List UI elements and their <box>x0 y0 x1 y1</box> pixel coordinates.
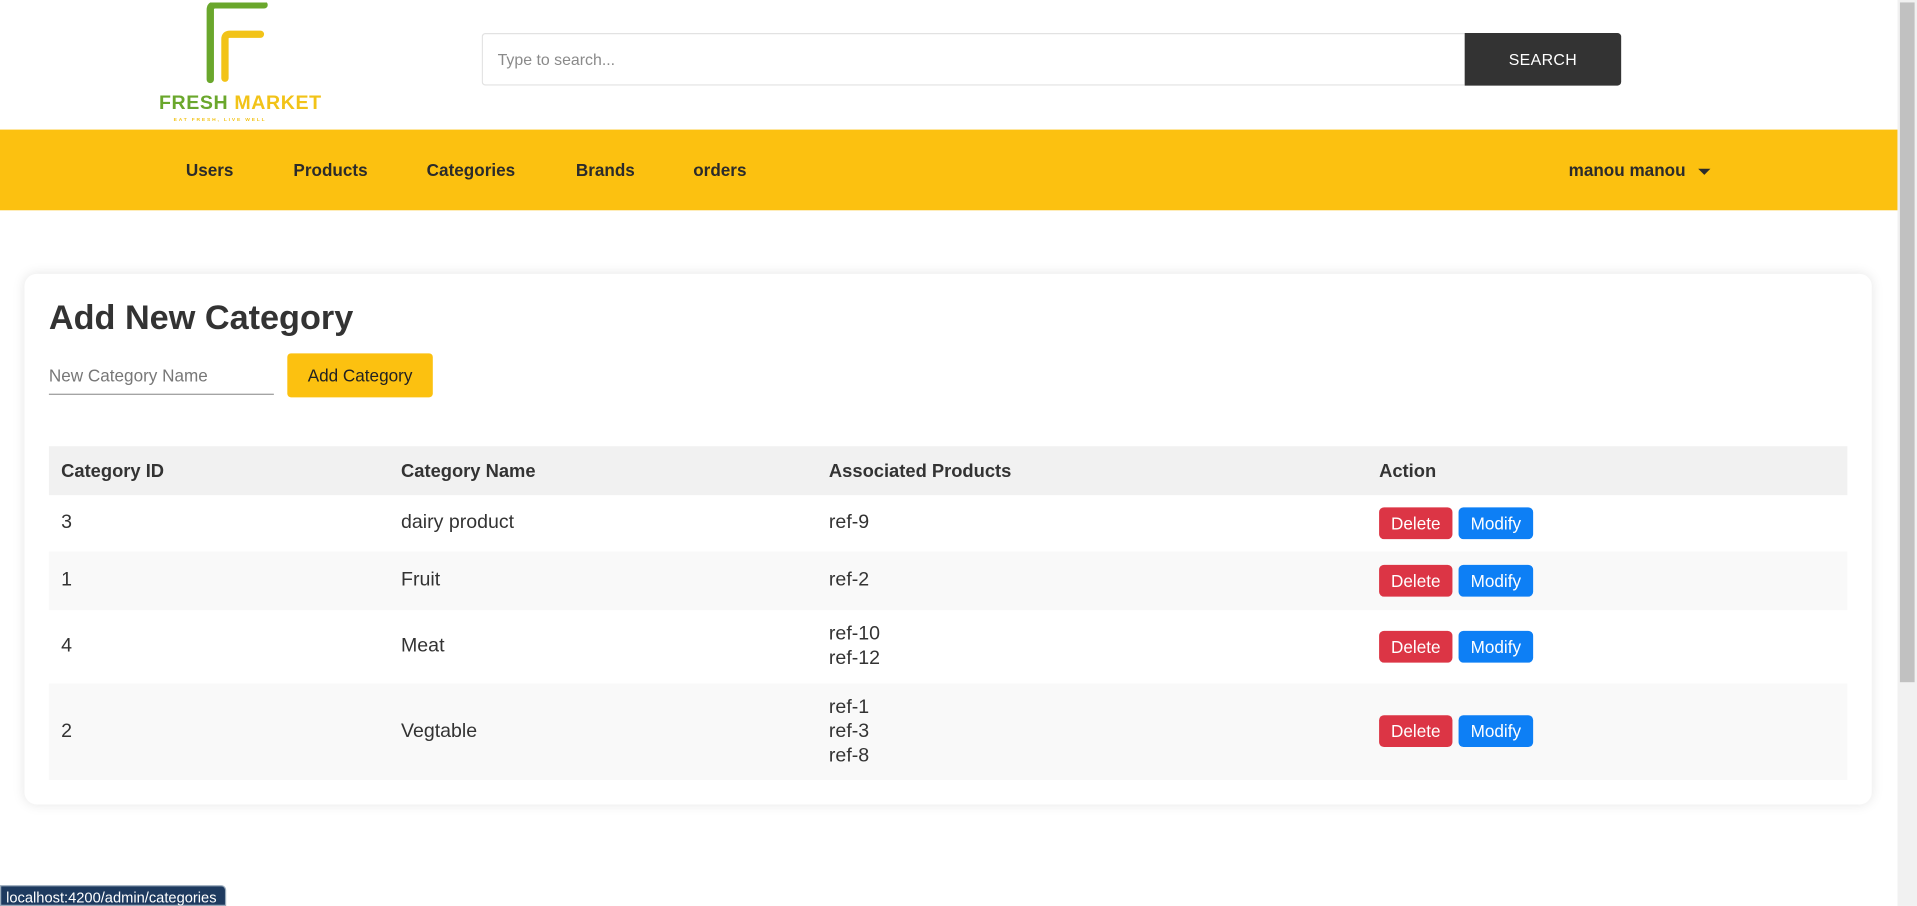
table-row: 4 Meat ref-10 ref-12 Delete Modify <box>49 610 1847 683</box>
cell-category-id: 1 <box>61 569 73 591</box>
categories-table: Category ID Category Name Associated Pro… <box>48 446 1848 781</box>
logo[interactable]: FRESH MARKET EAT FRESH, LIVE WELL <box>156 1 321 124</box>
cell-category-id: 4 <box>61 635 73 657</box>
product-ref: ref-2 <box>828 569 870 591</box>
modify-button[interactable]: Modify <box>1458 715 1534 748</box>
header-category-name: Category Name <box>401 460 536 482</box>
search-button[interactable]: SEARCH <box>1464 33 1622 86</box>
logo-tagline: EAT FRESH, LIVE WELL <box>173 116 267 123</box>
nav-item-orders[interactable]: orders <box>693 160 746 180</box>
cell-category-id: 2 <box>61 721 73 743</box>
cell-category-name: dairy product <box>401 512 515 534</box>
cell-category-name: Vegtable <box>401 721 478 743</box>
table-row: 2 Vegtable ref-1 ref-3 ref-8 Delete Modi… <box>48 683 1848 781</box>
fresh-market-logo-icon <box>206 1 268 84</box>
delete-button[interactable]: Delete <box>1379 564 1453 597</box>
cell-category-name: Meat <box>401 635 445 657</box>
modify-button[interactable]: Modify <box>1458 564 1534 597</box>
product-ref: ref-12 <box>828 647 881 669</box>
page-title: Add New Category <box>48 298 354 337</box>
delete-button[interactable]: Delete <box>1379 715 1453 748</box>
scrollbar-thumb[interactable] <box>1899 2 1915 683</box>
modify-button[interactable]: Modify <box>1458 630 1534 663</box>
vertical-scrollbar[interactable] <box>1897 0 1917 906</box>
header: FRESH MARKET EAT FRESH, LIVE WELL SEARCH <box>0 0 1917 130</box>
product-ref: ref-10 <box>828 623 881 645</box>
nav-item-categories[interactable]: Categories <box>427 160 515 180</box>
nav-item-users[interactable]: Users <box>186 160 234 180</box>
nav-item-brands[interactable]: Brands <box>576 160 635 180</box>
status-url: localhost:4200/admin/categories <box>0 885 227 906</box>
product-ref: ref-9 <box>828 512 870 534</box>
nav-item-products[interactable]: Products <box>293 160 367 180</box>
caret-down-icon <box>1697 168 1711 175</box>
main-nav: Users Products Categories Brands orders … <box>0 129 1898 211</box>
table-row: 1 Fruit ref-2 Delete Modify <box>48 551 1848 611</box>
table-row: 3 dairy product ref-9 Delete Modify <box>49 495 1847 551</box>
search-input[interactable] <box>481 33 1465 86</box>
delete-button[interactable]: Delete <box>1379 507 1453 540</box>
table-header: Category ID Category Name Associated Pro… <box>48 446 1848 496</box>
cell-category-name: Fruit <box>401 569 441 591</box>
product-ref: ref-8 <box>828 745 870 767</box>
user-name: manou manou <box>1568 160 1686 180</box>
header-associated-products: Associated Products <box>828 460 1012 482</box>
cell-category-id: 3 <box>61 512 73 534</box>
add-category-button[interactable]: Add Category <box>287 353 433 398</box>
product-ref: ref-1 <box>828 696 870 718</box>
cell-associated-products: ref-1 ref-3 ref-8 <box>829 696 869 769</box>
user-menu[interactable]: manou manou <box>1568 160 1711 180</box>
category-name-input[interactable] <box>48 356 274 395</box>
logo-text: FRESH MARKET <box>159 93 322 115</box>
cell-associated-products: ref-10 ref-12 <box>829 622 880 671</box>
page: FRESH MARKET EAT FRESH, LIVE WELL SEARCH… <box>0 0 1917 906</box>
logo-word-market: MARKET <box>234 92 322 114</box>
cell-associated-products: ref-2 <box>829 569 869 593</box>
search-bar: SEARCH <box>481 33 1622 86</box>
modify-button[interactable]: Modify <box>1458 507 1534 540</box>
header-category-id: Category ID <box>61 460 165 482</box>
header-action: Action <box>1379 460 1437 482</box>
logo-word-fresh: FRESH <box>158 92 229 114</box>
product-ref: ref-3 <box>828 721 870 743</box>
delete-button[interactable]: Delete <box>1379 630 1453 663</box>
category-card: Add New Category Add Category Category I… <box>24 273 1872 805</box>
cell-associated-products: ref-9 <box>829 511 869 535</box>
